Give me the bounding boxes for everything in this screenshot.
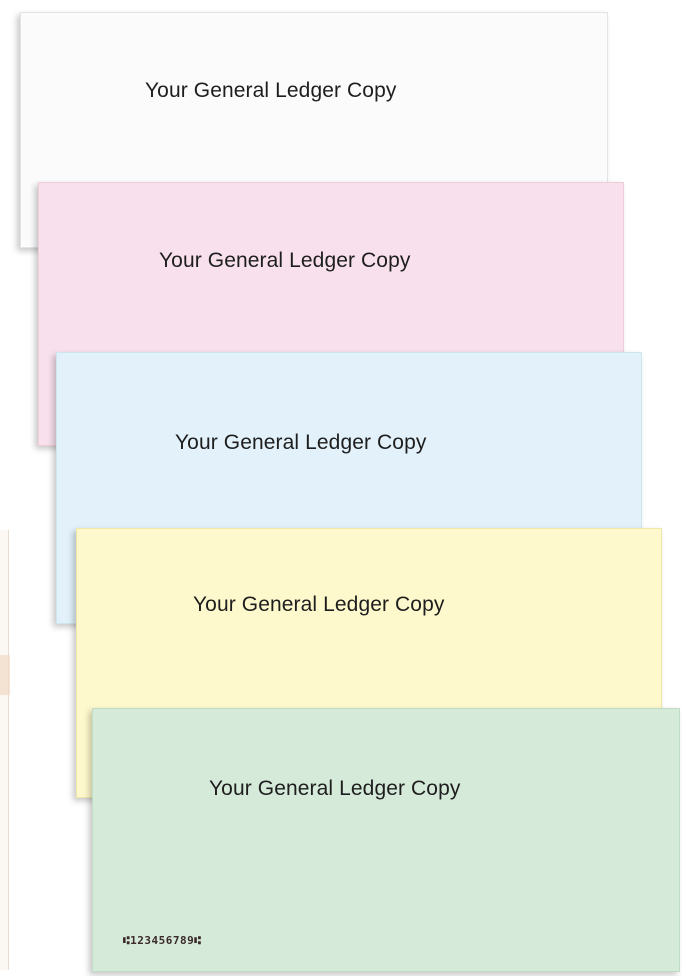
background-check-edge bbox=[0, 530, 9, 970]
ledger-copy-caption: Your General Ledger Copy bbox=[159, 249, 411, 272]
background-check-mark bbox=[0, 655, 10, 695]
ledger-copy-caption: Your General Ledger Copy bbox=[209, 777, 461, 800]
ledger-copy-caption: Your General Ledger Copy bbox=[175, 431, 427, 454]
ledger-copy-green: Your General Ledger Copy ⑆123456789⑆ bbox=[92, 708, 680, 972]
ledger-copy-caption: Your General Ledger Copy bbox=[193, 593, 445, 616]
micr-routing-number: ⑆123456789⑆ bbox=[123, 934, 202, 947]
ledger-copy-caption: Your General Ledger Copy bbox=[145, 79, 397, 102]
